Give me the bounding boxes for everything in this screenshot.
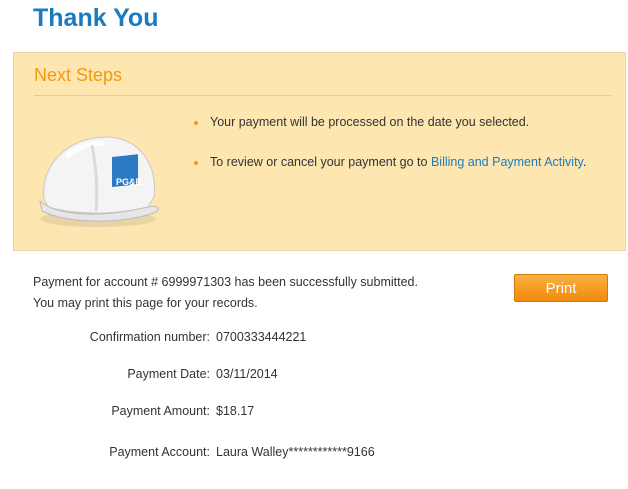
detail-value: 03/11/2014 [216, 367, 278, 381]
detail-label: Payment Amount: [111, 404, 210, 418]
print-button[interactable]: Print [514, 274, 608, 302]
detail-row: Payment Amount: $18.17 [0, 404, 628, 424]
detail-value: Laura Walley************9166 [216, 445, 375, 459]
page-title: Thank You [33, 4, 159, 32]
detail-row: Payment Date: 03/11/2014 [0, 367, 628, 387]
detail-value: 0700333444221 [216, 330, 307, 344]
step-text: To review or cancel your payment go to [210, 155, 431, 169]
bullet-icon [194, 121, 198, 125]
next-steps-panel: Next Steps PG&E Your payment will be pro… [13, 52, 626, 251]
print-hint: You may print this page for your records… [33, 296, 258, 310]
confirmation-message: Payment for account # 6999971303 has bee… [33, 272, 418, 314]
next-steps-heading: Next Steps [34, 65, 123, 85]
detail-label: Payment Account: [109, 445, 210, 459]
step-text-end: . [582, 155, 587, 169]
list-item: Your payment will be processed on the da… [194, 113, 594, 132]
detail-value: $18.17 [216, 404, 255, 418]
detail-row: Confirmation number: 0700333444221 [0, 330, 628, 350]
bullet-icon [194, 161, 198, 165]
step-text: Your payment will be processed on the da… [210, 115, 530, 129]
logo-text: PG&E [116, 177, 142, 187]
confirmation-line: Payment for account # 6999971303 has bee… [33, 275, 418, 289]
list-item: To review or cancel your payment go to B… [194, 153, 594, 172]
detail-label: Confirmation number: [89, 330, 210, 344]
detail-label: Payment Date: [127, 367, 210, 381]
divider [34, 95, 611, 96]
next-steps-list: Your payment will be processed on the da… [194, 113, 594, 193]
billing-payment-activity-link[interactable]: Billing and Payment Activity [431, 155, 583, 169]
detail-row: Payment Account: Laura Walley***********… [0, 445, 628, 465]
hard-hat-icon: PG&E [39, 136, 159, 227]
